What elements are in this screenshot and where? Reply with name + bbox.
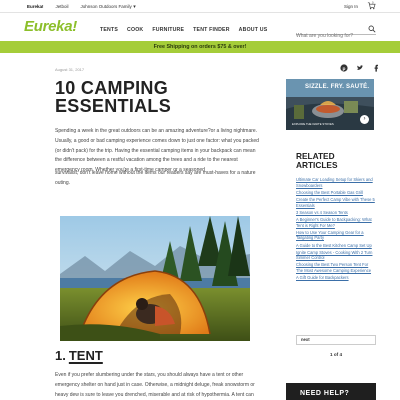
nav-item-furniture[interactable]: FURNITURE: [152, 27, 184, 33]
article-intro-paragraph-2: survivalist, don't leave home without th…: [55, 170, 256, 186]
section-heading-tent: 1. TENT: [55, 348, 103, 363]
nav-item-cook[interactable]: COOK: [127, 27, 143, 33]
related-article-link[interactable]: A Guide to the Best Kitchen Camp Set Up: [296, 243, 376, 249]
brand-links: Eureka! Jetboil Johnson Outdoors Family: [27, 4, 136, 10]
nav-item-tents[interactable]: TENTS: [100, 27, 118, 33]
nav-item-tent-finder[interactable]: TENT FINDER: [193, 27, 230, 33]
search-box: [296, 24, 376, 41]
next-page-button[interactable]: next: [296, 335, 376, 345]
twitter-icon[interactable]: [356, 64, 364, 72]
pagination-indicator: 1 of 4: [330, 352, 342, 357]
section-title-link[interactable]: TENT: [69, 348, 103, 363]
sidebar-ad-banner[interactable]: SIZZLE. FRY. SAUTÉ. EXPLORE THE IGNITE S…: [286, 79, 374, 130]
social-share: p: [340, 64, 380, 72]
brand-link-eureka[interactable]: Eureka!: [27, 4, 44, 10]
ad-subtitle: EXPLORE THE IGNITE STOVES: [292, 122, 334, 126]
article-date: August 31, 2017: [55, 67, 85, 72]
related-article-link[interactable]: Ignite Camp Stoves - Cooking With 2 Turn…: [296, 250, 376, 261]
nav-item-about-us[interactable]: ABOUT US: [239, 27, 268, 33]
related-article-link[interactable]: A Gift Guide for Backpackers: [296, 275, 376, 281]
related-article-link[interactable]: 3 Season vs 4 Season Tents: [296, 210, 376, 216]
related-article-link[interactable]: Ultimate Car Loading Setup for Skiers an…: [296, 177, 376, 188]
search-input[interactable]: [296, 31, 364, 41]
brand-link-johnson[interactable]: Johnson Outdoors Family: [81, 4, 136, 10]
related-article-link[interactable]: Choosing the Best Portable Gas Grill: [296, 190, 376, 196]
utility-bar: Eureka! Jetboil Johnson Outdoors Family …: [0, 0, 400, 13]
tent-camping-photo: [60, 216, 250, 341]
section-number: 1.: [55, 348, 66, 363]
cart-icon[interactable]: 0: [367, 1, 376, 10]
section-paragraph: Even if you prefer slumbering under the …: [55, 372, 255, 398]
need-help-box[interactable]: NEED HELP?: [286, 383, 376, 400]
main-nav: TENTS COOK FURNITURE TENT FINDER ABOUT U…: [100, 27, 267, 33]
related-article-link[interactable]: A Beginner's Guide to Backpacking: What …: [296, 217, 376, 228]
main-header: Eureka! TENTS COOK FURNITURE TENT FINDER…: [0, 14, 400, 41]
svg-text:p: p: [343, 67, 346, 72]
related-article-link[interactable]: Create the Perfect Camp Vibe with These …: [296, 197, 376, 208]
article-title: 10 CAMPING ESSENTIALS: [55, 78, 172, 116]
chevron-right-icon[interactable]: ›: [360, 115, 369, 124]
next-button-label: next: [301, 337, 310, 342]
free-shipping-banner[interactable]: Free Shipping on orders $75 & over!: [0, 41, 400, 53]
search-icon[interactable]: [368, 25, 376, 33]
brand-link-jetboil[interactable]: Jetboil: [56, 4, 69, 10]
sign-in-link[interactable]: Sign In: [344, 4, 358, 9]
related-articles-list: Ultimate Car Loading Setup for Skiers an…: [296, 177, 376, 282]
ad-headline: SIZZLE. FRY. SAUTÉ.: [305, 84, 370, 90]
related-article-link[interactable]: Choosing the Best Two Person Tent For Th…: [296, 262, 376, 273]
pinterest-icon[interactable]: p: [340, 64, 348, 72]
related-articles-heading: RELATED ARTICLES: [296, 151, 338, 170]
related-article-link[interactable]: How to Use Your Camping Gear for a Tailg…: [296, 230, 376, 241]
facebook-icon[interactable]: [372, 64, 380, 72]
site-logo[interactable]: Eureka!: [24, 18, 77, 35]
